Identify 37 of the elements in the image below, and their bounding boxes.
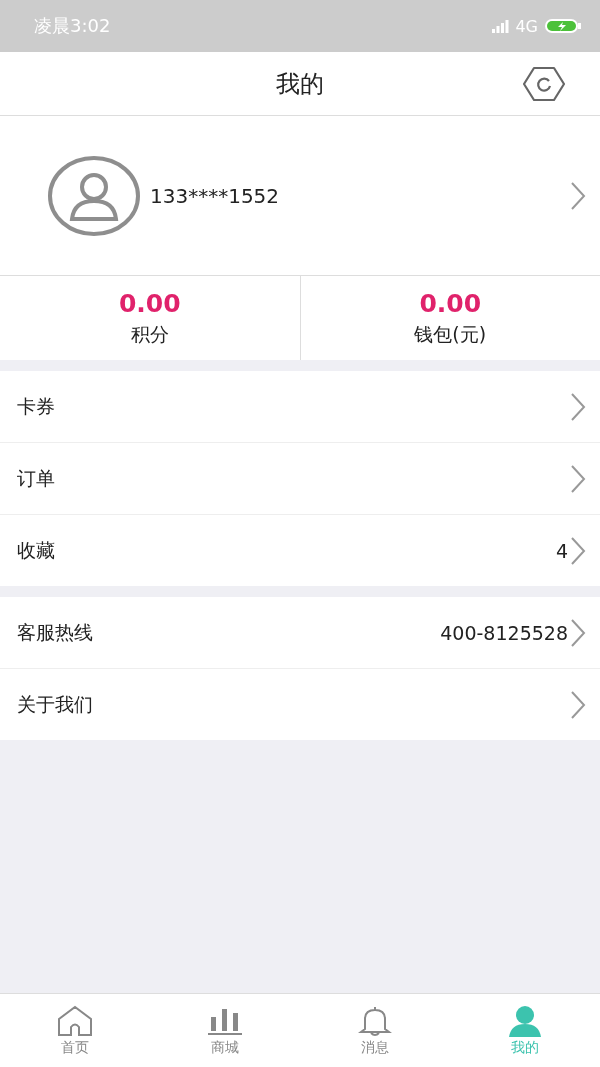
phone-number: 133****1552	[150, 183, 281, 208]
menu-label: 卡券	[17, 393, 56, 419]
menu-label: 订单	[17, 465, 56, 491]
menu-row[interactable]: 订单	[0, 443, 600, 515]
tab-item[interactable]: 首页	[0, 994, 150, 1067]
tab-item[interactable]: 消息	[300, 994, 450, 1067]
settings-icon[interactable]	[522, 64, 566, 104]
chevron-icon	[570, 617, 586, 648]
chevron-icon	[570, 689, 586, 720]
stat-item[interactable]: 0.00 积分	[0, 276, 300, 360]
menu-row[interactable]: 收藏 4	[0, 515, 600, 586]
stat-value: 0.00	[419, 288, 482, 318]
stat-item[interactable]: 0.00 钱包(元)	[299, 276, 600, 360]
menu-value: 4	[555, 539, 568, 562]
menu-label: 客服热线	[17, 619, 94, 645]
bell-icon	[357, 1004, 393, 1037]
profile-card[interactable]: 133****1552	[0, 116, 600, 276]
menu-label: 收藏	[17, 537, 56, 563]
menu-row[interactable]: 客服热线 400-8125528	[0, 597, 600, 669]
chevron-icon	[570, 535, 586, 566]
chevron-icon	[570, 180, 586, 211]
menu-label: 关于我们	[17, 691, 94, 717]
stat-value: 0.00	[118, 288, 181, 318]
signal-icon	[491, 19, 510, 33]
home-icon	[57, 1004, 93, 1037]
avatar-icon	[48, 154, 140, 237]
menu-value: 400-8125528	[440, 621, 568, 644]
stat-label: 钱包(元)	[414, 321, 487, 347]
menu-row[interactable]: 卡券	[0, 371, 600, 443]
chevron-icon	[570, 463, 586, 494]
menu-row[interactable]: 关于我们	[0, 669, 600, 740]
tab-item[interactable]: 商城	[150, 994, 300, 1067]
battery-icon	[544, 18, 582, 34]
person-icon	[507, 1004, 543, 1037]
chevron-icon	[570, 391, 586, 422]
stat-label: 积分	[130, 321, 169, 347]
page-title: 我的	[276, 68, 324, 100]
